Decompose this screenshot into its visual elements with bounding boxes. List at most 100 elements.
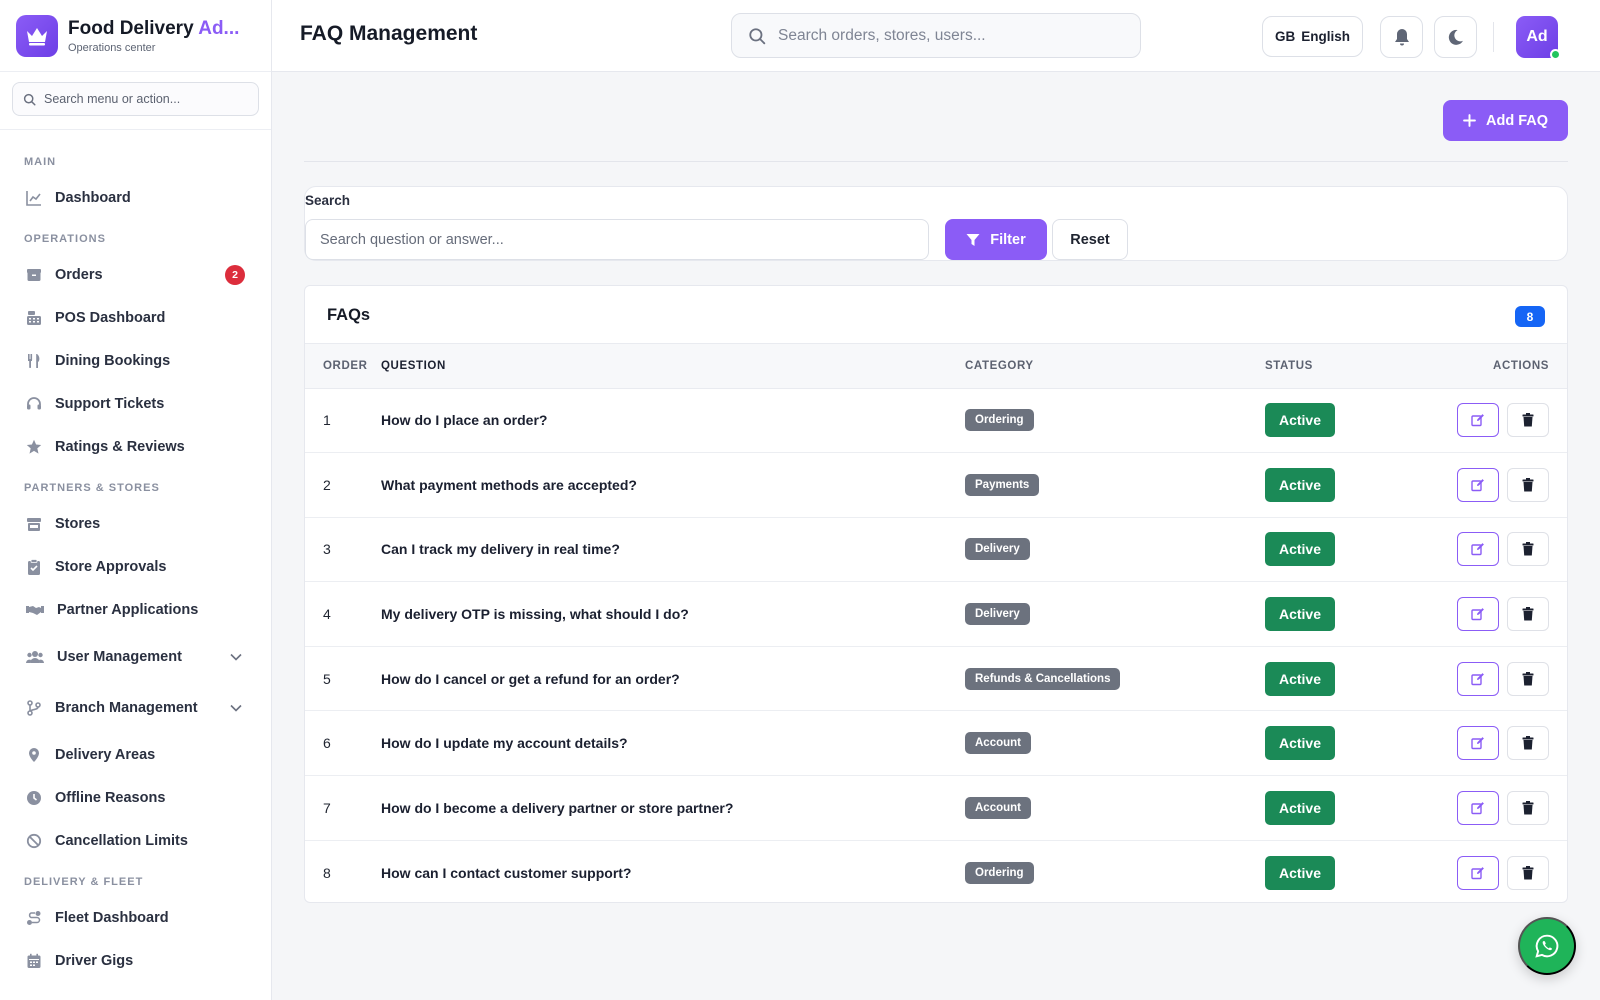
column-header-status[interactable]: STATUS xyxy=(1265,344,1421,389)
column-header-order[interactable]: ORDER xyxy=(305,344,381,389)
status-badge[interactable]: Active xyxy=(1265,403,1335,438)
ban-icon xyxy=(26,833,42,848)
column-header-question[interactable]: QUESTION xyxy=(381,344,965,389)
sidebar-item-offline-reasons[interactable]: Offline Reasons xyxy=(0,776,271,819)
faq-search-input[interactable] xyxy=(305,219,929,260)
language-selector[interactable]: GB English xyxy=(1262,16,1363,57)
sidebar-item-pos[interactable]: POS Dashboard xyxy=(0,296,271,339)
edit-button[interactable] xyxy=(1457,597,1500,632)
sidebar-item-label: Support Tickets xyxy=(55,395,165,412)
status-badge[interactable]: Active xyxy=(1265,790,1335,825)
sidebar-item-label: Offline Reasons xyxy=(55,789,166,806)
column-header-category[interactable]: CATEGORY xyxy=(965,344,1265,389)
sidebar-item-label: Dashboard xyxy=(55,189,131,206)
brand[interactable]: Food Delivery Ad... Operations center xyxy=(0,0,271,72)
edit-button[interactable] xyxy=(1457,532,1500,567)
edit-button[interactable] xyxy=(1457,855,1500,890)
sidebar-item-driver-gigs[interactable]: Driver Gigs xyxy=(0,939,271,982)
theme-toggle-button[interactable] xyxy=(1434,16,1477,58)
status-badge[interactable]: Active xyxy=(1265,726,1335,761)
delete-button[interactable] xyxy=(1507,790,1549,825)
faq-order: 4 xyxy=(305,581,381,647)
edit-button[interactable] xyxy=(1457,403,1500,438)
calendar-icon xyxy=(27,953,41,968)
trash-icon xyxy=(1522,413,1534,427)
column-header-actions: ACTIONS xyxy=(1421,344,1567,389)
faq-order: 2 xyxy=(305,452,381,518)
avatar[interactable]: Ad xyxy=(1516,16,1561,60)
sidebar-item-orders[interactable]: Orders 2 xyxy=(0,253,271,296)
edit-button[interactable] xyxy=(1457,467,1500,502)
faq-question: How do I place an order? xyxy=(381,388,965,454)
utensils-icon xyxy=(28,353,40,368)
faq-order: 7 xyxy=(305,775,381,841)
delete-button[interactable] xyxy=(1507,726,1549,761)
avatar-initials: Ad xyxy=(1526,28,1548,45)
clock-icon xyxy=(27,790,41,805)
trash-icon xyxy=(1522,542,1534,556)
edit-button[interactable] xyxy=(1457,661,1500,696)
faq-question: How do I cancel or get a refund for an o… xyxy=(381,646,965,712)
cash-register-icon xyxy=(27,310,41,325)
sidebar-item-label: Dining Bookings xyxy=(55,352,171,369)
faqs-table-card: FAQs 8 ORDER QUESTION CATEGORY STATUS AC… xyxy=(304,285,1568,903)
filter-label: Filter xyxy=(990,231,1026,248)
crown-icon xyxy=(16,14,58,57)
online-indicator xyxy=(1550,49,1561,60)
sidebar-item-partner-applications[interactable]: Partner Applications xyxy=(0,588,271,631)
reset-button[interactable]: Reset xyxy=(1052,219,1128,260)
brand-title: Food Delivery Ad... xyxy=(68,17,240,39)
sidebar-item-label: Store Approvals xyxy=(55,558,167,575)
delete-button[interactable] xyxy=(1507,661,1549,696)
sidebar-item-branch-management[interactable]: Branch Management xyxy=(0,682,271,733)
sidebar-item-label: Stores xyxy=(55,515,101,532)
status-badge[interactable]: Active xyxy=(1265,532,1335,567)
sidebar-item-label: POS Dashboard xyxy=(55,309,166,326)
sidebar-item-user-management[interactable]: User Management xyxy=(0,631,271,682)
topbar: FAQ Management GB English Ad xyxy=(272,0,1600,72)
whatsapp-button[interactable] xyxy=(1518,917,1576,975)
sidebar-item-stores[interactable]: Stores xyxy=(0,502,271,545)
notifications-button[interactable] xyxy=(1380,16,1423,58)
category-badge: Delivery xyxy=(965,538,1030,561)
sidebar-search-input[interactable] xyxy=(44,92,244,106)
status-badge[interactable]: Active xyxy=(1265,661,1335,696)
sidebar-item-support[interactable]: Support Tickets xyxy=(0,382,271,425)
sidebar-item-label: Cancellation Limits xyxy=(55,832,188,849)
category-badge: Ordering xyxy=(965,861,1034,884)
delete-button[interactable] xyxy=(1507,855,1549,890)
store-icon xyxy=(27,517,41,531)
delete-button[interactable] xyxy=(1507,467,1549,502)
code-branch-icon xyxy=(27,699,41,716)
table-row: 3 Can I track my delivery in real time? … xyxy=(305,517,1567,583)
clipboard-check-icon xyxy=(28,558,40,575)
sidebar-item-ratings[interactable]: Ratings & Reviews xyxy=(0,425,271,468)
sidebar-item-cancellation-limits[interactable]: Cancellation Limits xyxy=(0,819,271,862)
sidebar-item-dining[interactable]: Dining Bookings xyxy=(0,339,271,382)
sidebar-item-store-approvals[interactable]: Store Approvals xyxy=(0,545,271,588)
sidebar-item-fleet-dashboard[interactable]: Fleet Dashboard xyxy=(0,896,271,939)
edit-button[interactable] xyxy=(1457,790,1500,825)
sidebar-item-delivery-areas[interactable]: Delivery Areas xyxy=(0,733,271,776)
global-search-input[interactable] xyxy=(778,26,1108,45)
filter-button[interactable]: Filter xyxy=(945,219,1047,260)
trash-icon xyxy=(1522,865,1534,880)
sidebar-item-label: Ratings & Reviews xyxy=(55,438,185,455)
sidebar-item-dashboard[interactable]: Dashboard xyxy=(0,176,271,219)
delete-button[interactable] xyxy=(1507,532,1549,567)
delete-button[interactable] xyxy=(1507,403,1549,438)
status-badge[interactable]: Active xyxy=(1265,467,1335,502)
sidebar-search[interactable] xyxy=(12,82,259,116)
flag-code: GB xyxy=(1274,29,1296,44)
global-search[interactable] xyxy=(731,13,1141,58)
faq-order: 8 xyxy=(323,864,331,881)
status-badge[interactable]: Active xyxy=(1265,855,1335,890)
edit-button[interactable] xyxy=(1457,726,1500,761)
faqs-count-badge: 8 xyxy=(1515,306,1545,327)
whatsapp-icon xyxy=(1535,934,1559,958)
add-faq-button[interactable]: Add FAQ xyxy=(1443,100,1568,141)
status-badge[interactable]: Active xyxy=(1265,597,1335,632)
faq-question: What payment methods are accepted? xyxy=(381,452,965,518)
chart-line-icon xyxy=(26,190,41,206)
delete-button[interactable] xyxy=(1507,597,1549,632)
